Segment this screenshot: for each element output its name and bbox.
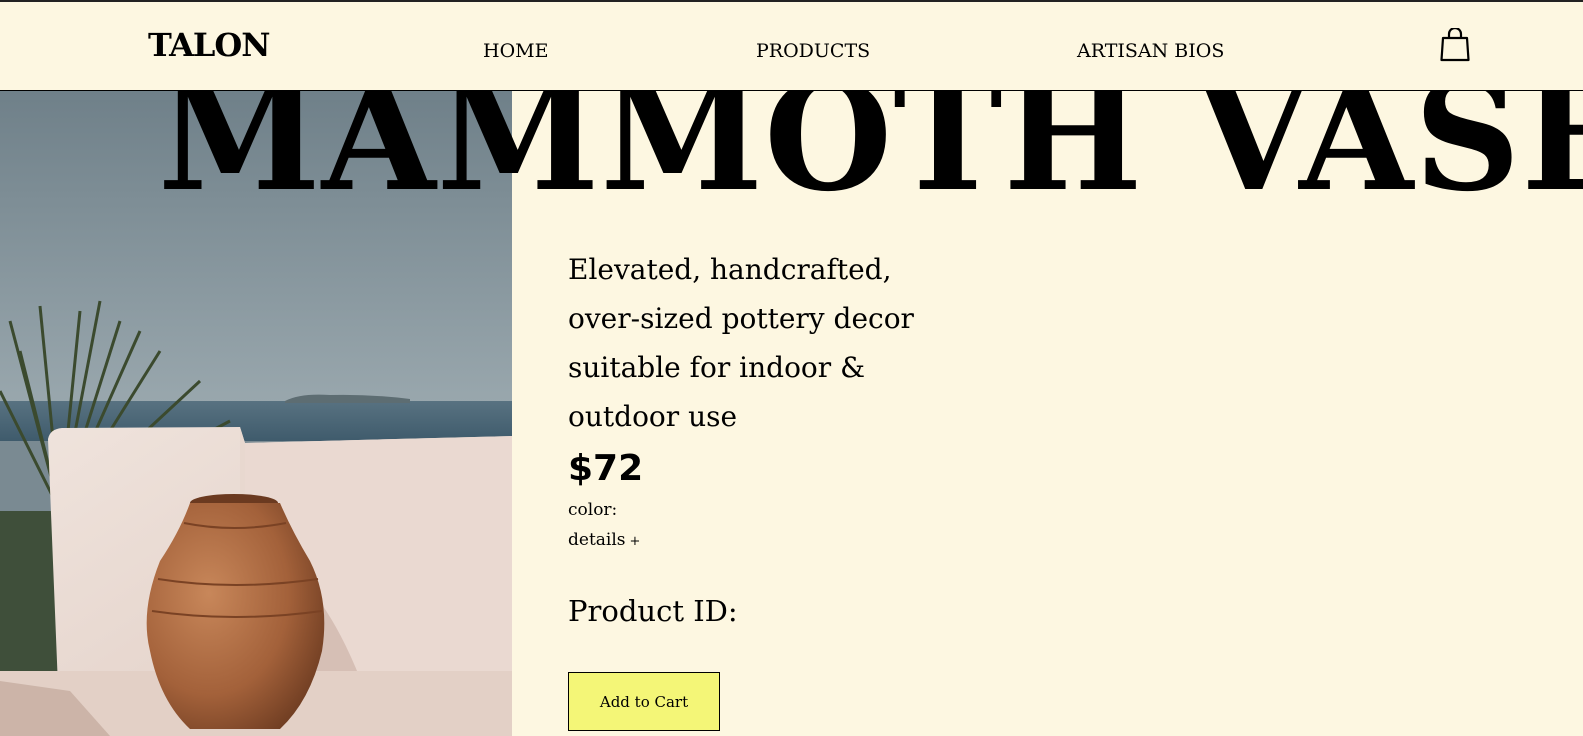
product-id-label: Product ID: bbox=[568, 594, 738, 628]
add-to-cart-button[interactable]: Add to Cart bbox=[568, 672, 720, 731]
product-description: Elevated, handcrafted, over-sized potter… bbox=[568, 253, 914, 433]
product-price: $72 bbox=[568, 448, 644, 489]
site-header: TALON HOME PRODUCTS ARTISAN BIOS bbox=[0, 0, 1583, 91]
plus-icon: + bbox=[629, 534, 641, 549]
color-label: color: bbox=[568, 500, 618, 520]
product-page: TALON HOME PRODUCTS ARTISAN BIOS MAMMOTH… bbox=[0, 0, 1583, 736]
details-label: details bbox=[568, 530, 626, 550]
nav-home[interactable]: HOME bbox=[483, 40, 548, 62]
details-toggle[interactable]: details + bbox=[568, 530, 640, 550]
nav-artisan-bios[interactable]: ARTISAN BIOS bbox=[1077, 40, 1224, 62]
nav-products[interactable]: PRODUCTS bbox=[756, 40, 870, 62]
shopping-bag-icon[interactable] bbox=[1440, 26, 1470, 62]
logo[interactable]: TALON bbox=[148, 26, 271, 64]
add-to-cart-label: Add to Cart bbox=[599, 692, 689, 711]
